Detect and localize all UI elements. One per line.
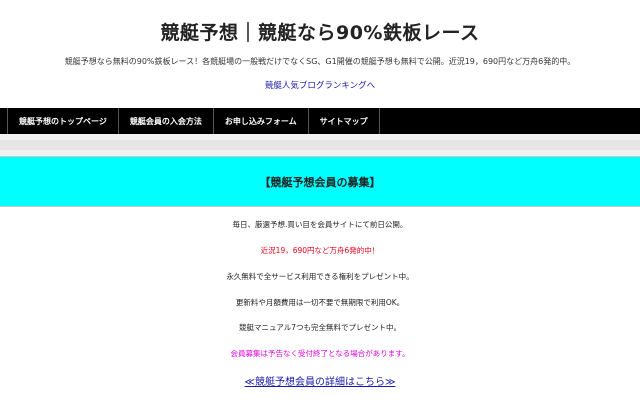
banner-title: 【競艇予想会員の募集】 — [259, 175, 381, 189]
nav-item-how-to-join[interactable]: 競艇会員の入会方法 — [119, 108, 214, 134]
info-line-results: 近況19，690円など万舟6発的中！ — [260, 246, 380, 255]
ranking-link[interactable]: 競艇人気ブログランキングへ — [0, 79, 640, 91]
global-nav: 競艇予想のトップページ 競艇会員の入会方法 お申し込みフォーム サイトマップ — [0, 108, 640, 134]
nav-item-sitemap[interactable]: サイトマップ — [309, 108, 380, 134]
member-banner: 【競艇予想会員の募集】 — [0, 156, 640, 207]
info-line-daily: 毎日、厳選予想.買い目を会員サイトにて前日公開。 — [232, 220, 408, 229]
info-line-notice: 会員募集は予告なく受付終了となる場合があります。 — [230, 349, 410, 358]
site-title-link[interactable]: 競艇予想｜競艇なら90%鉄板レース — [0, 18, 640, 45]
divider-bar — [0, 134, 640, 156]
member-details-link[interactable]: ≪競艇予想会員の詳細はこちら≫ — [0, 373, 640, 388]
divider-shade — [0, 140, 640, 150]
info-line-manuals: 競艇マニュアル7つも完全無料でプレゼント中。 — [238, 323, 402, 332]
nav-item-top-page[interactable]: 競艇予想のトップページ — [7, 108, 119, 134]
site-description: 競艇予想なら無料の90%鉄板レース！各競艇場の一般戦だけでなくSG、G1開催の競… — [64, 57, 576, 66]
info-line-no-fees: 更新料や月額費用は一切不要で無期限で利用OK。 — [235, 298, 405, 307]
info-line-free-rights: 永久無料で全サービス利用できる権利をプレゼント中。 — [226, 272, 414, 281]
page: 競艇予想｜競艇なら90%鉄板レース 競艇予想なら無料の90%鉄板レース！各競艇場… — [0, 0, 640, 403]
site-header: 競艇予想｜競艇なら90%鉄板レース 競艇予想なら無料の90%鉄板レース！各競艇場… — [0, 0, 640, 108]
nav-item-application-form[interactable]: お申し込みフォーム — [214, 108, 309, 134]
